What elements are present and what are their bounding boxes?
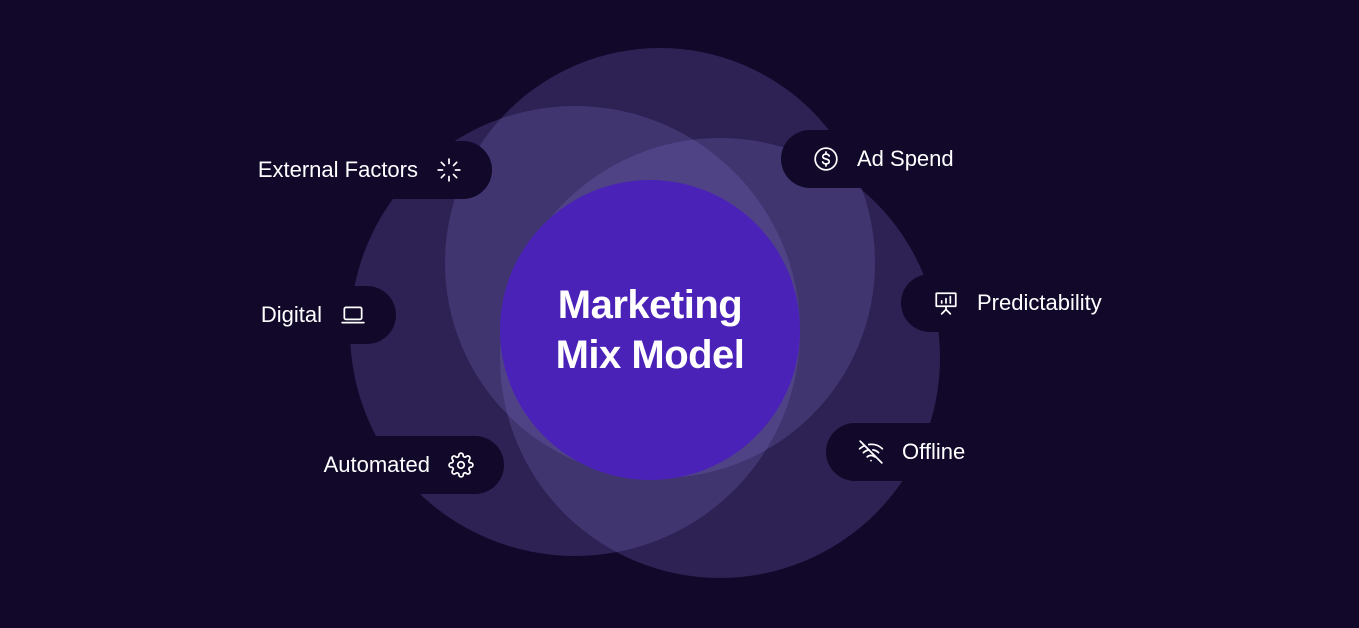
- factor-external-factors: External Factors: [160, 141, 492, 199]
- laptop-icon: [340, 302, 366, 328]
- factor-label: Automated: [323, 452, 430, 477]
- factor-label: Predictability: [977, 290, 1102, 315]
- factor-digital: Digital: [160, 286, 396, 344]
- factor-ad-spend: Ad Spend: [781, 130, 1053, 188]
- factor-offline: Offline: [826, 423, 1058, 481]
- gear-icon: [448, 452, 474, 478]
- center-title-line-2: Mix Model: [555, 333, 745, 377]
- factor-label: Digital: [260, 302, 322, 327]
- loading-spinner-icon: [436, 157, 462, 183]
- center-title: Marketing Mix Model: [500, 180, 800, 480]
- factor-label: Offline: [902, 439, 966, 464]
- mmm-diagram: Marketing Mix Model External Factors Dig…: [0, 0, 1359, 628]
- factor-label: External Factors: [257, 157, 418, 182]
- factor-label: Ad Spend: [857, 146, 954, 171]
- factor-automated: Automated: [160, 436, 504, 494]
- factor-predictability: Predictability: [901, 274, 1191, 332]
- presentation-chart-icon: [933, 290, 959, 316]
- center-title-line-1: Marketing: [557, 283, 743, 327]
- wifi-off-icon: [858, 439, 884, 465]
- dollar-coin-icon: [813, 146, 839, 172]
